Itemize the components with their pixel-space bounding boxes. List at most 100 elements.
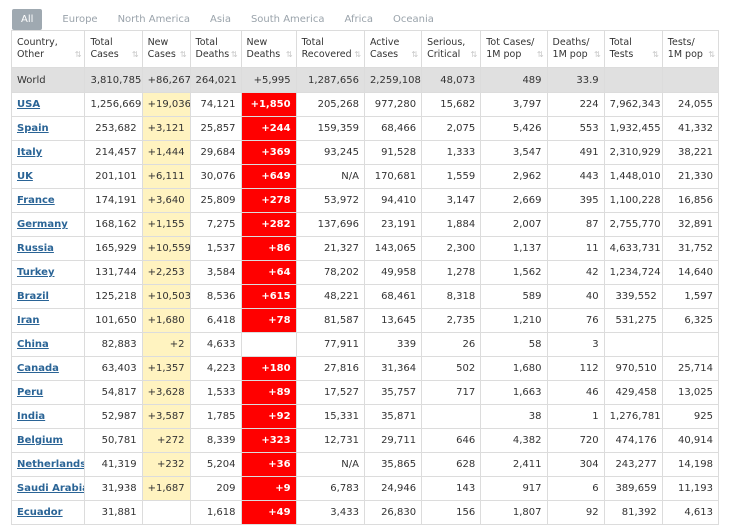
- cell-tests-per-1m: 14,640: [661, 260, 720, 285]
- cell-serious-critical: 2,735: [421, 308, 482, 333]
- column-header-active-cases[interactable]: Active Cases ⇅: [363, 30, 423, 68]
- cell-deaths-per-1m: 3: [546, 332, 605, 357]
- cell-total-recovered: 17,527: [295, 380, 365, 405]
- tab-oceania[interactable]: Oceania: [393, 14, 434, 25]
- table-row: Russia 165,929 +10,559 1,537 +86 21,327 143,06…: [10, 236, 720, 261]
- cell-tot-cases-per-1m: 589: [480, 284, 548, 309]
- country-link[interactable]: Canada: [17, 363, 59, 374]
- cell-total-cases: 165,929: [84, 236, 143, 261]
- sort-icon[interactable]: ⇅: [594, 49, 601, 61]
- cell-total-cases: 1,256,669: [84, 92, 143, 117]
- cell-tot-cases-per-1m: 3,547: [480, 140, 548, 165]
- country-link[interactable]: Brazil: [17, 291, 49, 302]
- cell-total-tests: 474,176: [603, 428, 663, 453]
- tab-africa[interactable]: Africa: [344, 14, 373, 25]
- country-link[interactable]: Belgium: [17, 435, 63, 446]
- sort-icon[interactable]: ⇅: [286, 49, 293, 61]
- tab-all[interactable]: All: [12, 8, 43, 30]
- column-header-label: Tot Cases/: [486, 37, 535, 48]
- country-link[interactable]: Germany: [17, 219, 68, 230]
- cell-total-cases: 54,817: [84, 380, 143, 405]
- column-header-serious-critical[interactable]: Serious, Critical ⇅: [421, 30, 482, 68]
- cell-total-cases: 131,744: [84, 260, 143, 285]
- column-header-label: Active: [369, 37, 400, 48]
- cell-new-cases: +86,267: [141, 67, 191, 93]
- country-link[interactable]: China: [17, 339, 49, 350]
- country-link[interactable]: India: [17, 411, 45, 422]
- cell-tests-per-1m: 21,330: [661, 164, 720, 189]
- cell-tot-cases-per-1m: 1,807: [480, 500, 548, 525]
- column-header-label: Tests: [609, 49, 634, 60]
- column-header-tests-per-1m[interactable]: Tests/1M pop ⇅: [661, 30, 720, 68]
- cell-tot-cases-per-1m: 4,382: [480, 428, 548, 453]
- cell-total-cases: 50,781: [84, 428, 143, 453]
- country-link[interactable]: Russia: [17, 243, 54, 254]
- cell-deaths-per-1m: 112: [546, 356, 605, 381]
- cell-new-deaths: +9: [240, 476, 297, 501]
- cell-total-deaths: 1,537: [189, 236, 242, 261]
- cell-tot-cases-per-1m: 3,797: [480, 92, 548, 117]
- sort-icon[interactable]: ⇅: [354, 49, 361, 61]
- tab-asia[interactable]: Asia: [210, 14, 231, 25]
- column-header-country[interactable]: Country, Other ⇅: [10, 30, 86, 68]
- sort-icon[interactable]: ⇅: [708, 49, 715, 61]
- column-header-tot-cases-per-1m[interactable]: Tot Cases/1M pop ⇅: [480, 30, 548, 68]
- cell-country: Turkey: [10, 260, 86, 285]
- cell-active-cases: 23,191: [363, 212, 423, 237]
- sort-icon[interactable]: ⇅: [75, 49, 82, 61]
- cell-total-deaths: 5,204: [189, 452, 242, 477]
- column-header-new-deaths[interactable]: New Deaths ⇅: [240, 30, 297, 68]
- country-link[interactable]: USA: [17, 99, 40, 110]
- column-header-deaths-per-1m[interactable]: Deaths/1M pop ⇅: [546, 30, 605, 68]
- cell-new-cases: +1,357: [141, 356, 191, 381]
- cell-total-cases: 101,650: [84, 308, 143, 333]
- cell-total-deaths: 1,785: [189, 404, 242, 429]
- cell-total-tests: 81,392: [603, 500, 663, 525]
- country-link[interactable]: Iran: [17, 315, 40, 326]
- country-link[interactable]: Spain: [17, 123, 49, 134]
- cell-tot-cases-per-1m: 58: [480, 332, 548, 357]
- cell-new-cases: +10,503: [141, 284, 191, 309]
- cell-total-tests: [603, 67, 663, 93]
- column-header-label: Total: [90, 37, 113, 48]
- cell-deaths-per-1m: 6: [546, 476, 605, 501]
- table-row: Germany 168,162 +1,155 7,275 +282 137,696 23,1…: [10, 212, 720, 237]
- cell-total-tests: 1,448,010: [603, 164, 663, 189]
- cell-new-cases: +1,680: [141, 308, 191, 333]
- cell-new-cases: +3,640: [141, 188, 191, 213]
- tab-europe[interactable]: Europe: [62, 14, 97, 25]
- tab-north-america[interactable]: North America: [118, 14, 190, 25]
- country-link[interactable]: Italy: [17, 147, 42, 158]
- country-link[interactable]: Turkey: [17, 267, 54, 278]
- cell-active-cases: 49,958: [363, 260, 423, 285]
- sort-icon[interactable]: ⇅: [180, 49, 187, 61]
- cell-total-tests: 339,552: [603, 284, 663, 309]
- country-link[interactable]: Ecuador: [17, 507, 63, 518]
- sort-icon[interactable]: ⇅: [652, 49, 659, 61]
- country-link[interactable]: France: [17, 195, 55, 206]
- country-link[interactable]: Netherlands: [17, 459, 84, 470]
- cell-tests-per-1m: 38,221: [661, 140, 720, 165]
- cell-tot-cases-per-1m: 1,663: [480, 380, 548, 405]
- column-header-new-cases[interactable]: New Cases ⇅: [141, 30, 191, 68]
- cell-total-tests: 429,458: [603, 380, 663, 405]
- sort-icon[interactable]: ⇅: [231, 49, 238, 61]
- column-header-total-cases[interactable]: Total Cases ⇅: [84, 30, 143, 68]
- cell-total-recovered: 53,972: [295, 188, 365, 213]
- cell-total-cases: 253,682: [84, 116, 143, 141]
- cell-new-deaths: +89: [240, 380, 297, 405]
- cell-new-deaths: +1,850: [240, 92, 297, 117]
- sort-icon[interactable]: ⇅: [537, 49, 544, 61]
- country-link[interactable]: Peru: [17, 387, 43, 398]
- sort-icon[interactable]: ⇅: [471, 49, 478, 61]
- column-header-total-tests[interactable]: Total Tests ⇅: [603, 30, 663, 68]
- cell-deaths-per-1m: 553: [546, 116, 605, 141]
- cell-country: Saudi Arabia: [10, 476, 86, 501]
- column-header-total-deaths[interactable]: Total Deaths ⇅: [189, 30, 242, 68]
- sort-icon[interactable]: ⇅: [411, 49, 418, 61]
- column-header-total-recovered[interactable]: Total Recovered ⇅: [295, 30, 365, 68]
- country-link[interactable]: Saudi Arabia: [17, 483, 84, 494]
- country-link[interactable]: UK: [17, 171, 33, 182]
- tab-south-america[interactable]: South America: [251, 14, 325, 25]
- sort-icon[interactable]: ⇅: [132, 49, 139, 61]
